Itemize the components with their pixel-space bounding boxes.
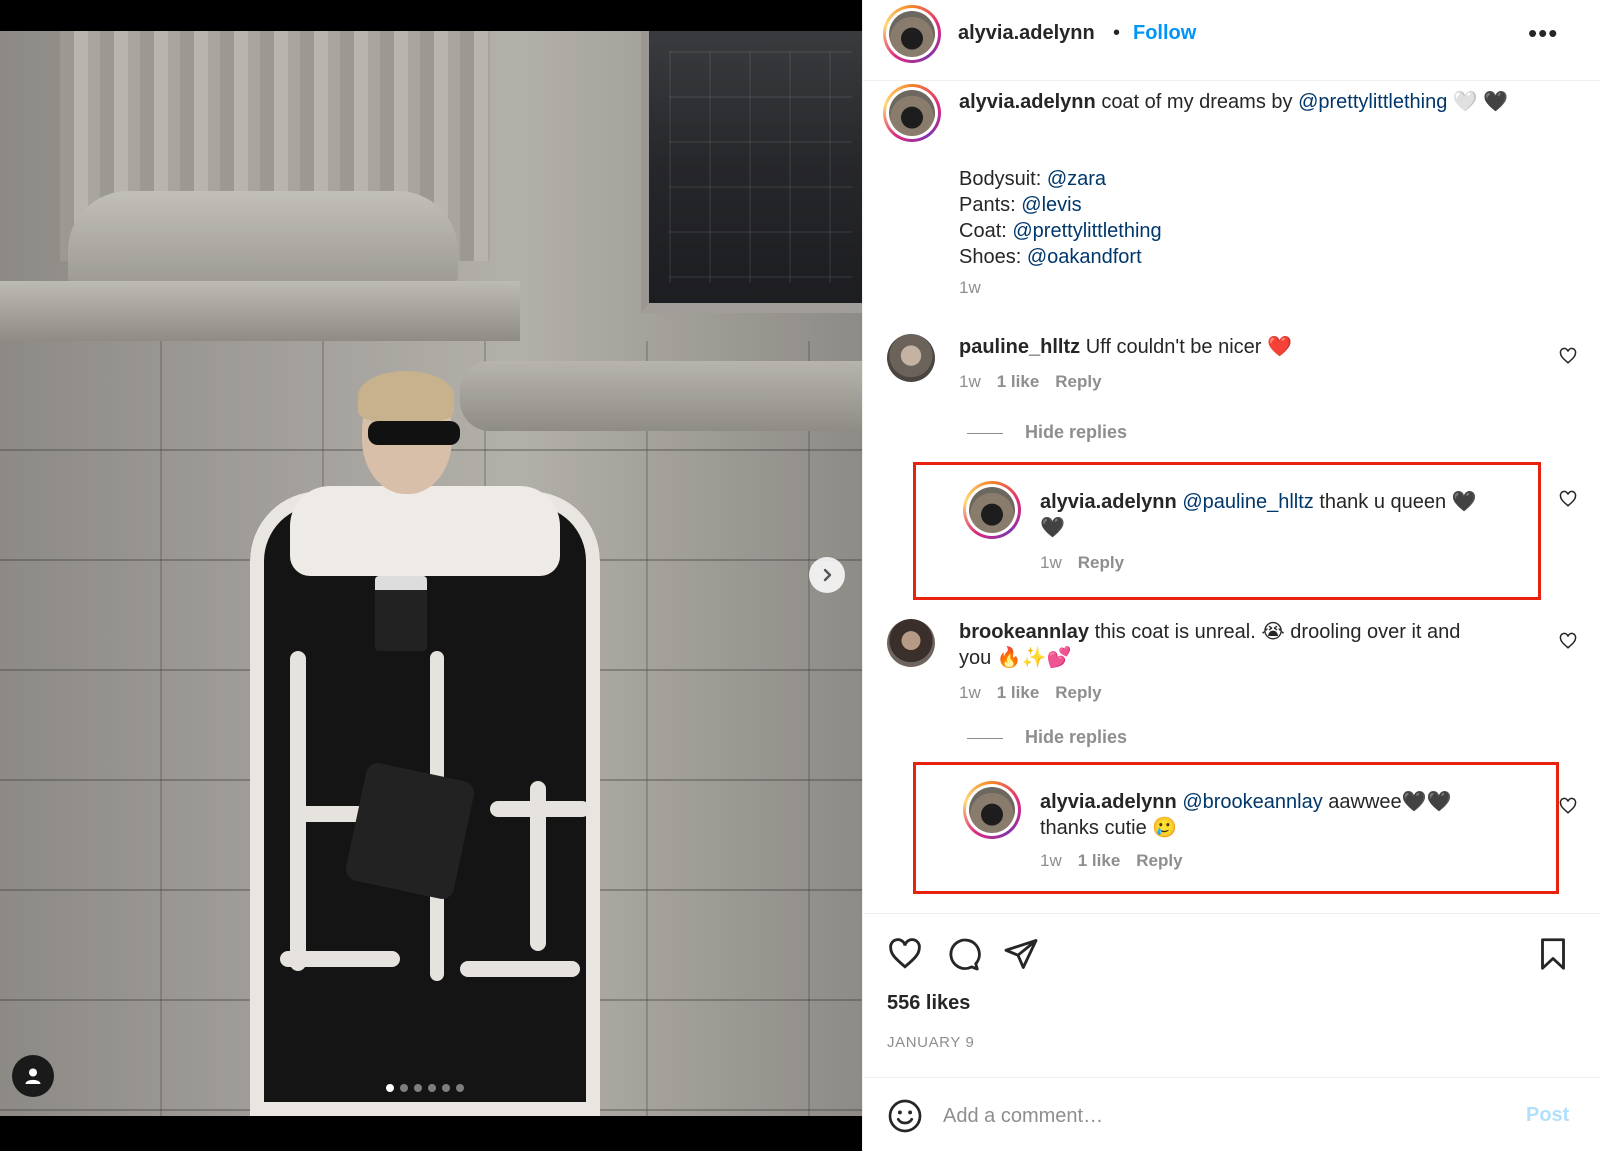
carousel-indicator	[386, 1084, 464, 1092]
reply-author[interactable]: alyvia.adelynn	[1040, 791, 1177, 813]
comments-section: alyvia.adelynn coat of my dreams by @pre…	[863, 81, 1600, 913]
comment-text: this coat is unreal. 😭 drooling over it …	[1094, 621, 1461, 643]
caption-credits: Bodysuit: @zara Pants: @levis Coat: @pre…	[959, 166, 1162, 270]
stone-ledge	[0, 281, 520, 341]
post-comment-button[interactable]: Post	[1526, 1104, 1569, 1127]
post-header: alyvia.adelynn • Follow •••	[863, 0, 1600, 81]
reply-item: alyvia.adelynn @pauline_hlltz thank u qu…	[863, 481, 1600, 581]
comment-meta: 1w 1 like Reply	[959, 683, 1102, 703]
comment-meta: 1w 1 like Reply	[959, 372, 1102, 392]
caption-text: coat of my dreams by	[1101, 91, 1293, 113]
commenter-avatar[interactable]	[887, 334, 935, 382]
bookmark-icon[interactable]	[1535, 936, 1571, 972]
heart-icon[interactable]	[887, 936, 923, 972]
hide-replies-button[interactable]: Hide replies	[967, 727, 1127, 748]
building-window	[641, 31, 862, 313]
like-comment-heart-icon[interactable]	[1559, 632, 1577, 650]
author-avatar[interactable]	[883, 5, 941, 63]
comment-time: 1w	[959, 372, 981, 391]
caption-emoji: 🤍 🖤	[1452, 91, 1509, 113]
comment-text: Uff couldn't be nicer ❤️	[1085, 336, 1292, 358]
next-arrow-icon	[823, 568, 832, 582]
author-username[interactable]: alyvia.adelynn	[958, 22, 1095, 45]
post-photo	[0, 31, 862, 1116]
reply-avatar[interactable]	[963, 481, 1021, 539]
caption-mention[interactable]: @prettylittlething	[1298, 91, 1447, 113]
reply-meta: 1w 1 like Reply	[1040, 851, 1183, 871]
reply-author[interactable]: alyvia.adelynn	[1040, 491, 1177, 513]
follow-button[interactable]: Follow	[1133, 22, 1196, 45]
reply-text-continued: thanks cutie 🥲	[1040, 817, 1178, 839]
comment-likes[interactable]: 1 like	[997, 372, 1040, 391]
reply-item: alyvia.adelynn @brookeannlay aawwee🖤🖤 th…	[863, 781, 1600, 881]
comment-icon[interactable]	[945, 936, 981, 972]
credit-mention[interactable]: @prettylittlething	[1012, 220, 1161, 242]
comment-author[interactable]: pauline_hlltz	[959, 336, 1080, 358]
credit-label: Coat:	[959, 220, 1007, 242]
hide-replies-button[interactable]: Hide replies	[967, 422, 1127, 443]
likes-count[interactable]: 556 likes	[887, 992, 970, 1015]
reply-time: 1w	[1040, 553, 1062, 572]
reply-mention[interactable]: @brookeannlay	[1182, 791, 1322, 813]
reply-text-continued: 🖤	[1040, 517, 1065, 539]
like-reply-heart-icon[interactable]	[1559, 490, 1577, 508]
credit-mention[interactable]: @zara	[1047, 168, 1106, 190]
separator-dot: •	[1113, 22, 1121, 44]
commenter-avatar[interactable]	[887, 619, 935, 667]
carousel-dot	[456, 1084, 464, 1092]
like-comment-heart-icon[interactable]	[1559, 347, 1577, 365]
hide-replies-label: Hide replies	[1025, 727, 1128, 747]
credit-mention[interactable]: @oakandfort	[1027, 246, 1142, 268]
caption-author[interactable]: alyvia.adelynn	[959, 91, 1096, 113]
comment-text-continued: you 🔥✨💕	[959, 647, 1072, 669]
reply-button[interactable]: Reply	[1055, 372, 1101, 391]
caption: alyvia.adelynn coat of my dreams by @pre…	[863, 81, 1600, 321]
reply-likes[interactable]: 1 like	[1078, 851, 1121, 870]
reply-avatar[interactable]	[963, 781, 1021, 839]
comment-item: brookeannlay this coat is unreal. 😭 droo…	[863, 619, 1600, 702]
comment-time: 1w	[959, 683, 981, 702]
emoji-icon[interactable]	[887, 1098, 923, 1134]
reply-button[interactable]: Reply	[1055, 683, 1101, 702]
credit-label: Shoes:	[959, 246, 1022, 268]
credit-mention[interactable]: @levis	[1021, 194, 1081, 216]
reply-button[interactable]: Reply	[1136, 851, 1182, 870]
comment-likes[interactable]: 1 like	[997, 683, 1040, 702]
carousel-dot	[400, 1084, 408, 1092]
post-media	[0, 0, 862, 1151]
reply-time: 1w	[1040, 851, 1062, 870]
credit-label: Pants:	[959, 194, 1016, 216]
person-figure	[250, 351, 600, 1116]
more-options-icon[interactable]: •••	[1528, 18, 1558, 49]
credit-label: Bodysuit:	[959, 168, 1042, 190]
caption-time: 1w	[959, 278, 981, 297]
user-tag-icon	[25, 1068, 41, 1084]
reply-button[interactable]: Reply	[1078, 553, 1124, 572]
post-panel: alyvia.adelynn • Follow ••• alyvia.adely…	[862, 0, 1600, 1151]
reply-text: aawwee🖤🖤	[1328, 791, 1452, 813]
share-icon[interactable]	[1003, 936, 1039, 972]
carousel-dot	[386, 1084, 394, 1092]
comment-author[interactable]: brookeannlay	[959, 621, 1089, 643]
carousel-dot	[442, 1084, 450, 1092]
like-reply-heart-icon[interactable]	[1559, 797, 1577, 815]
caption-avatar[interactable]	[883, 84, 941, 142]
hide-replies-label: Hide replies	[1025, 422, 1128, 442]
post-date[interactable]: JANUARY 9	[887, 1034, 974, 1051]
carousel-dot	[414, 1084, 422, 1092]
post-actions: 556 likes JANUARY 9	[863, 913, 1600, 1077]
add-comment-bar: Post	[863, 1077, 1600, 1151]
next-slide-button[interactable]	[809, 557, 845, 593]
carousel-dot	[428, 1084, 436, 1092]
comment-item: pauline_hlltz Uff couldn't be nicer ❤️ 1…	[863, 334, 1600, 394]
reply-mention[interactable]: @pauline_hlltz	[1182, 491, 1314, 513]
reply-meta: 1w Reply	[1040, 553, 1124, 573]
column-base	[68, 191, 458, 286]
reply-text: thank u queen 🖤	[1319, 491, 1477, 513]
comment-input[interactable]	[943, 1098, 1463, 1134]
tagged-users-button[interactable]	[12, 1055, 54, 1097]
